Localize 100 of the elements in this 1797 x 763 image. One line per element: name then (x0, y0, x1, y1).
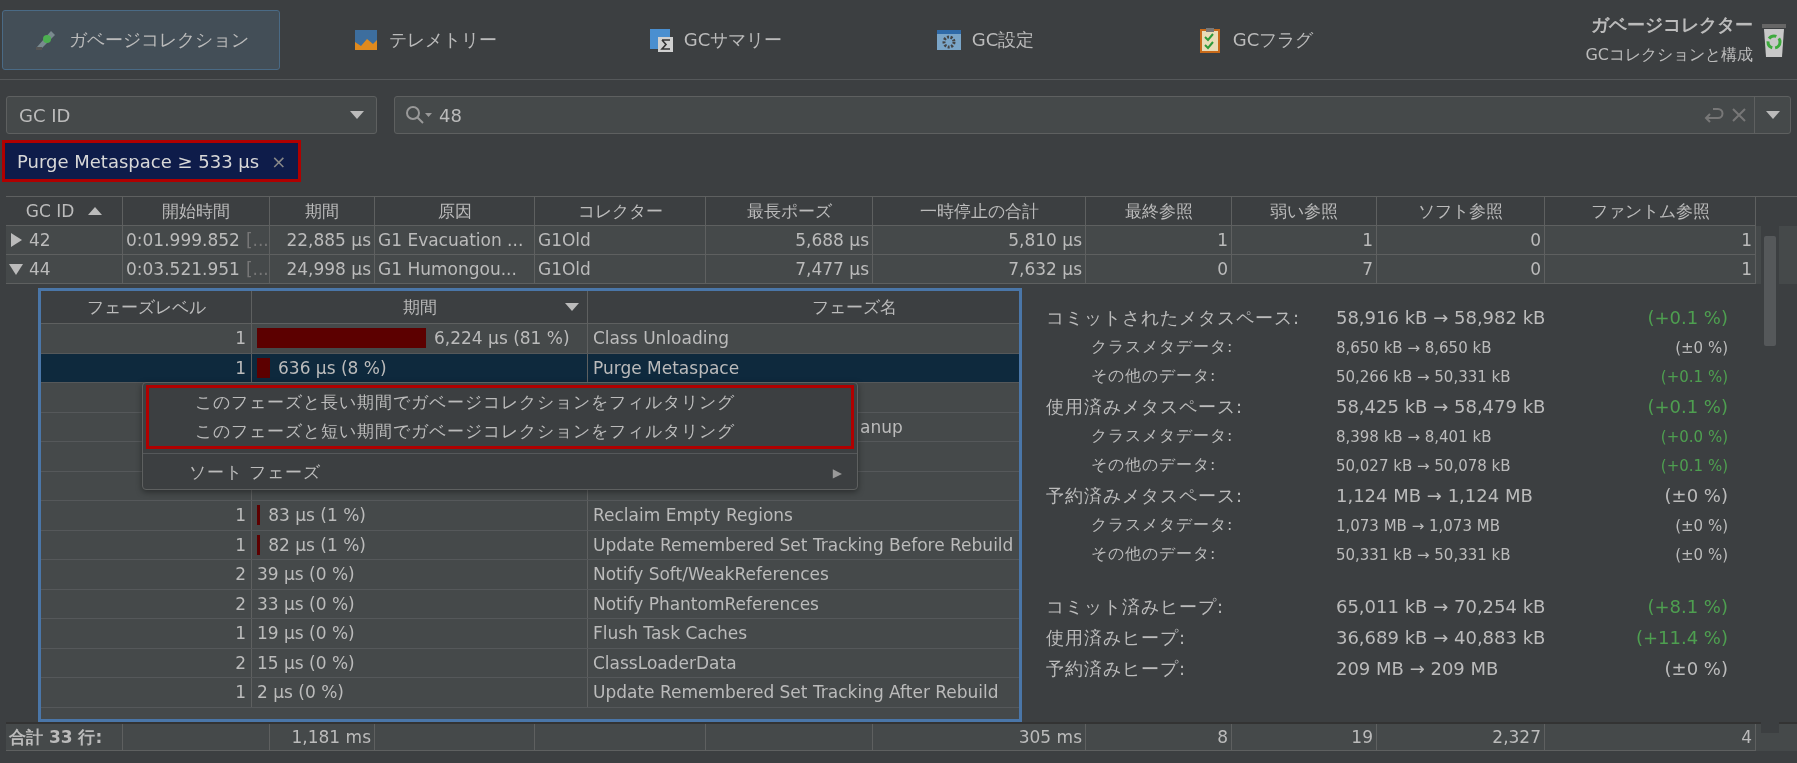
stat-label: 予約済みヒープ: (1045, 656, 1188, 681)
column-header[interactable]: GC ID (6, 197, 123, 226)
toolbar-tab[interactable]: テレメトリー (280, 9, 570, 70)
table-cell: 6,224 μs (81 %) (252, 324, 588, 353)
stat-change: (±0 %) (1664, 658, 1728, 679)
footer-cell: 2,327 (1377, 724, 1545, 751)
column-header[interactable]: 最長ポーズ (706, 197, 873, 226)
table-cell: 2 μs (0 %) (252, 678, 588, 707)
stat-value: 50,027 kB → 50,078 kB (1335, 456, 1512, 475)
panel-title: ガベージコレクター (1591, 13, 1753, 37)
table-cell: ClassLoaderData (588, 648, 1019, 677)
table-cell: 39 μs (0 %) (252, 560, 588, 589)
toolbar-tab[interactable]: GCフラグ (1110, 9, 1400, 70)
table-cell: 1 (41, 619, 252, 648)
stat-label: コミットされたメタスペース: (1045, 305, 1302, 330)
stat-value: 58,916 kB → 58,982 kB (1335, 307, 1547, 328)
stat-change: (+11.4 %) (1635, 627, 1728, 648)
stat-value: 1,073 MB → 1,073 MB (1335, 516, 1501, 535)
table-cell: 83 μs (1 %) (252, 501, 588, 530)
stat-value: 8,650 kB → 8,650 kB (1335, 338, 1493, 357)
table-cell: Flush Task Caches (588, 619, 1019, 648)
table-cell: anup (860, 416, 903, 437)
filter-chip[interactable]: Purge Metaspace ≥ 533 μs × (2, 140, 302, 182)
footer-cell: 305 ms (873, 724, 1086, 751)
column-header[interactable]: 期間 (270, 197, 375, 226)
column-header[interactable]: 最終参照 (1086, 197, 1232, 226)
sort-icon (88, 207, 103, 215)
stat-label: その他のデータ: (1089, 455, 1218, 476)
stat-label: コミット済みヒープ: (1045, 594, 1226, 619)
expand-icon[interactable] (9, 233, 23, 247)
menu-item[interactable]: ソート フェーズ ▶ (143, 458, 857, 487)
stat-change: (+0.0 %) (1660, 427, 1728, 446)
collapse-icon[interactable] (9, 262, 23, 276)
footer-cell: 1,181 ms (270, 724, 375, 751)
table-cell: Class Unloading (588, 324, 1019, 353)
table-cell: Notify Soft/WeakReferences (588, 560, 1019, 589)
column-header[interactable]: 原因 (375, 197, 535, 226)
table-cell: 2 (41, 560, 252, 589)
stat-value: 58,425 kB → 58,479 kB (1335, 396, 1547, 417)
column-header[interactable]: フェーズレベル (41, 291, 252, 323)
footer-cell: 19 (1232, 724, 1377, 751)
stat-label: クラスメタデータ: (1089, 426, 1235, 447)
stat-label: 使用済みヒープ: (1045, 625, 1188, 650)
column-header[interactable]: フェーズ名 (588, 291, 1019, 323)
menu-item[interactable]: このフェーズと長い期間でガベージコレクションをフィルタリング (149, 388, 851, 417)
table-cell: 1 (41, 324, 252, 353)
sort-icon (565, 303, 579, 311)
menu-item[interactable]: このフェーズと短い期間でガベージコレクションをフィルタリング (149, 417, 851, 446)
table-cell: Reclaim Empty Regions (588, 501, 1019, 530)
table-cell: Update Remembered Set Tracking Before Rebuild (588, 530, 1019, 559)
column-header[interactable]: 弱い参照 (1232, 197, 1377, 226)
stat-value: 36,689 kB → 40,883 kB (1335, 627, 1547, 648)
stat-change: (+0.1 %) (1647, 307, 1728, 328)
stat-change: (±0 %) (1675, 516, 1728, 535)
panel-subtitle: GCコレクションと構成 (1585, 45, 1753, 66)
table-cell: 2 (41, 648, 252, 677)
table-cell: 15 μs (0 %) (252, 648, 588, 677)
column-header[interactable]: 一時停止の合計 (873, 197, 1086, 226)
table-cell: 82 μs (1 %) (252, 530, 588, 559)
stat-change: (±0 %) (1664, 485, 1728, 506)
submenu-arrow: ▶ (832, 465, 843, 480)
field-dropdown[interactable]: GC ID (6, 96, 377, 134)
toolbar-tab[interactable]: GC設定 (860, 9, 1110, 70)
caret-icon (1765, 111, 1780, 119)
stat-change: (+0.1 %) (1660, 367, 1728, 386)
column-header[interactable]: ソフト参照 (1377, 197, 1545, 226)
stat-change: (+8.1 %) (1647, 596, 1728, 617)
column-header[interactable]: コレクター (535, 197, 706, 226)
toolbar-tab[interactable]: GCサマリー (570, 9, 860, 70)
stat-value: 65,011 kB → 70,254 kB (1335, 596, 1547, 617)
stat-value: 50,266 kB → 50,331 kB (1335, 367, 1512, 386)
stat-value: 1,124 MB → 1,124 MB (1335, 485, 1534, 506)
stat-change: (±0 %) (1675, 338, 1728, 357)
stat-label: その他のデータ: (1089, 544, 1218, 565)
footer-cell: 4 (1545, 724, 1756, 751)
table-cell: 1 (41, 501, 252, 530)
search-icon (405, 105, 433, 125)
stat-change: (±0 %) (1675, 545, 1728, 564)
table-cell: 2 (41, 589, 252, 618)
column-header[interactable]: 期間 (252, 291, 588, 323)
column-header[interactable]: 開始時間 (123, 197, 270, 226)
stat-label: クラスメタデータ: (1089, 515, 1235, 536)
search-field[interactable]: 48 (394, 96, 1791, 134)
footer-cell: 8 (1086, 724, 1232, 751)
caret-icon (350, 111, 364, 119)
stat-change: (+0.1 %) (1647, 396, 1728, 417)
table-cell: Update Remembered Set Tracking After Rebuild (588, 678, 1019, 707)
toolbar-tab[interactable]: ガベージコレクション (2, 9, 280, 70)
footer-cell: 合計 33 行: (6, 724, 123, 751)
table-cell: 1 (41, 530, 252, 559)
stat-label: 使用済みメタスペース: (1045, 394, 1245, 419)
close-icon[interactable]: × (271, 150, 287, 172)
column-header[interactable]: ファントム参照 (1545, 197, 1756, 226)
stat-label: 予約済みメタスペース: (1045, 483, 1245, 508)
stat-label: その他のデータ: (1089, 366, 1218, 387)
stat-value: 8,398 kB → 8,401 kB (1335, 427, 1493, 446)
table-cell: 1 (41, 678, 252, 707)
table-cell: Notify PhantomReferences (588, 589, 1019, 618)
stat-value: 209 MB → 209 MB (1335, 658, 1500, 679)
stat-label: クラスメタデータ: (1089, 337, 1235, 358)
